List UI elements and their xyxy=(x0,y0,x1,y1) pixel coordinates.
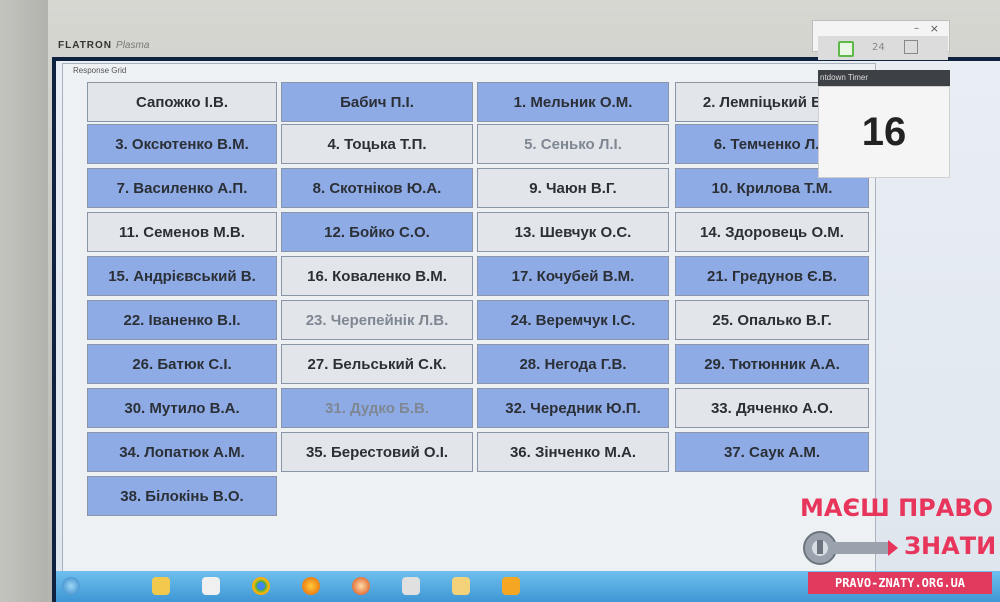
key-logo-icon xyxy=(803,531,898,565)
grid-cell[interactable]: 26. Батюк С.І. xyxy=(87,344,277,384)
grid-cell[interactable]: 17. Кочубей В.М. xyxy=(477,256,669,296)
grid-cell[interactable]: 37. Саук А.М. xyxy=(675,432,869,472)
explorer-icon[interactable] xyxy=(152,577,170,595)
grid-cell[interactable]: 35. Берестовий О.І. xyxy=(281,432,473,472)
grid-cell[interactable]: 21. Гредунов Є.В. xyxy=(675,256,869,296)
start-icon[interactable] xyxy=(62,577,80,595)
grid-cell[interactable]: 15. Андрієвський В. xyxy=(87,256,277,296)
grid-cell[interactable]: 16. Коваленко В.М. xyxy=(281,256,473,296)
response-grid-window: Response Grid Сапожко І.В. Бабич П.І. 1. М… xyxy=(62,63,876,577)
close-icon[interactable]: × xyxy=(930,22,939,35)
app-icon[interactable] xyxy=(502,577,520,595)
grid-cell[interactable]: 34. Лопатюк А.М. xyxy=(87,432,277,472)
grid-cell[interactable]: 11. Семенов М.В. xyxy=(87,212,277,252)
window-title: Response Grid xyxy=(73,66,127,75)
grid-cell[interactable]: Бабич П.І. xyxy=(281,82,473,122)
folder-icon[interactable] xyxy=(452,577,470,595)
grid-cell[interactable]: 14. Здоровець О.М. xyxy=(675,212,869,252)
grid-cell[interactable]: 5. Сенько Л.І. xyxy=(477,124,669,164)
grid-cell[interactable]: 31. Дудко Б.В. xyxy=(281,388,473,428)
grid-cell[interactable]: 25. Опалько В.Г. xyxy=(675,300,869,340)
watermark-url: PRAVO-ZNATY.ORG.UA xyxy=(808,572,992,594)
document-icon[interactable] xyxy=(402,577,420,595)
countdown-timer-value: 16 xyxy=(818,86,950,178)
grid-cell[interactable]: 1. Мельник О.М. xyxy=(477,82,669,122)
firefox-icon[interactable] xyxy=(302,577,320,595)
countdown-timer-title: ntdown Timer xyxy=(818,70,950,86)
watermark-line1: МАЄШ ПРАВО xyxy=(800,494,994,522)
grid-cell[interactable]: 12. Бойко С.О. xyxy=(281,212,473,252)
media-player-icon[interactable] xyxy=(202,577,220,595)
monitor-bezel-left xyxy=(0,0,48,602)
grid-cell[interactable]: 23. Черепейнік Л.В. xyxy=(281,300,473,340)
grid-cell[interactable]: 38. Білокінь В.О. xyxy=(87,476,277,516)
grid-cell[interactable]: 13. Шевчук О.С. xyxy=(477,212,669,252)
grid-cell[interactable]: 8. Скотніков Ю.А. xyxy=(281,168,473,208)
grid-cell[interactable]: 3. Оксютенко В.М. xyxy=(87,124,277,164)
grid-cell[interactable]: 32. Чередник Ю.П. xyxy=(477,388,669,428)
grid-cell[interactable]: 27. Бельський С.К. xyxy=(281,344,473,384)
grid-cell[interactable]: 24. Веремчук І.С. xyxy=(477,300,669,340)
watermark-line2: ЗНАТИ xyxy=(904,532,997,560)
grid-cell[interactable]: 28. Негода Г.В. xyxy=(477,344,669,384)
grid-cell[interactable]: 33. Дяченко А.О. xyxy=(675,388,869,428)
grid-cell[interactable]: 29. Тютюнник А.А. xyxy=(675,344,869,384)
start-timer-button[interactable] xyxy=(838,41,854,57)
grid-cell[interactable]: 36. Зінченко М.А. xyxy=(477,432,669,472)
grid-cell[interactable]: 22. Іваненко В.І. xyxy=(87,300,277,340)
minimize-icon[interactable]: – xyxy=(914,23,919,34)
grid-cell[interactable]: 9. Чаюн В.Г. xyxy=(477,168,669,208)
grid-cell[interactable]: Сапожко І.В. xyxy=(87,82,277,122)
grid-cell[interactable]: 30. Мутило В.А. xyxy=(87,388,277,428)
timer-toolbar-number: 24 xyxy=(872,42,885,53)
timer-settings-icon[interactable] xyxy=(904,40,918,54)
grid-cell[interactable]: 4. Тоцька Т.П. xyxy=(281,124,473,164)
browser-icon[interactable] xyxy=(352,577,370,595)
monitor-brand: FLATRON Plasma xyxy=(58,40,150,51)
chrome-icon[interactable] xyxy=(252,577,270,595)
grid-cell[interactable]: 7. Василенко А.П. xyxy=(87,168,277,208)
